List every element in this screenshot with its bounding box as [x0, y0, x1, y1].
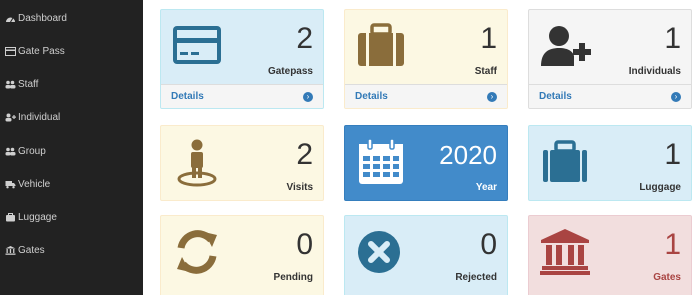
details-label: Details [539, 91, 572, 102]
sidebar: Dashboard Gate Pass Staff Individual Gro… [0, 0, 143, 295]
luggage-count: 1 [664, 138, 681, 171]
sidebar-item-label: Vehicle [18, 178, 51, 190]
year-card: 2020 Year [344, 125, 508, 201]
arrow-circle-right-icon: › [303, 91, 313, 102]
individuals-label: Individuals [628, 66, 681, 77]
staff-details-link[interactable]: Details › [345, 84, 507, 108]
details-label: Details [355, 91, 388, 102]
sidebar-item-label: Dashboard [18, 12, 67, 24]
gatepass-card: 2 Gatepass Details › [160, 9, 324, 109]
individuals-details-link[interactable]: Details › [529, 84, 691, 108]
sidebar-item-vehicle[interactable]: Vehicle [0, 174, 143, 194]
user-plus-icon [539, 20, 591, 72]
briefcase-icon [355, 20, 407, 72]
users-icon [4, 146, 16, 156]
rejected-count: 0 [480, 228, 497, 261]
credit-card-icon [171, 20, 223, 72]
luggage-label: Luggage [639, 182, 681, 193]
sidebar-item-gates[interactable]: Gates [0, 240, 143, 260]
refresh-icon [171, 226, 223, 278]
sidebar-item-label: Gate Pass [18, 45, 65, 57]
arrow-circle-right-icon: › [671, 91, 681, 102]
pending-card: 0 Pending [160, 215, 324, 295]
pending-label: Pending [273, 272, 313, 283]
dashboard-main: 2 Gatepass Details › 1 Staff Details › 1… [143, 0, 700, 295]
sidebar-item-label: Staff [18, 78, 39, 90]
rejected-label: Rejected [455, 272, 497, 283]
sidebar-item-label: Group [18, 145, 46, 157]
staff-count: 1 [480, 22, 497, 55]
sidebar-item-individual[interactable]: Individual [0, 107, 143, 127]
arrow-circle-right-icon: › [487, 91, 497, 102]
visits-label: Visits [286, 182, 314, 193]
users-icon [4, 79, 16, 89]
year-label: Year [475, 182, 497, 193]
sidebar-item-staff[interactable]: Staff [0, 74, 143, 94]
sidebar-item-label: Gates [18, 244, 45, 256]
street-view-icon [171, 136, 223, 188]
sidebar-item-dashboard[interactable]: Dashboard [0, 8, 143, 28]
details-label: Details [171, 91, 204, 102]
times-circle-icon [355, 226, 407, 278]
visits-count: 2 [296, 138, 313, 171]
sidebar-item-label: Luggage [18, 211, 57, 223]
truck-icon [4, 179, 16, 189]
sidebar-item-luggage[interactable]: Luggage [0, 207, 143, 227]
bank-icon [539, 226, 591, 278]
sidebar-item-gate-pass[interactable]: Gate Pass [0, 41, 143, 61]
calendar-icon [355, 136, 407, 188]
gatepass-details-link[interactable]: Details › [161, 84, 323, 108]
individuals-count: 1 [664, 22, 681, 55]
suitcase-icon [539, 136, 591, 188]
rejected-card: 0 Rejected [344, 215, 508, 295]
gates-card: 1 Gates [528, 215, 692, 295]
gates-count: 1 [664, 228, 681, 261]
gates-label: Gates [653, 272, 681, 283]
year-count: 2020 [439, 140, 497, 170]
gatepass-label: Gatepass [267, 66, 313, 77]
luggage-card: 1 Luggage [528, 125, 692, 201]
user-plus-icon [4, 112, 16, 122]
staff-label: Staff [474, 66, 497, 77]
visits-card: 2 Visits [160, 125, 324, 201]
individuals-card: 1 Individuals Details › [528, 9, 692, 109]
briefcase-icon [4, 212, 16, 222]
sidebar-item-group[interactable]: Group [0, 141, 143, 161]
pending-count: 0 [296, 228, 313, 261]
bank-icon [4, 245, 16, 255]
dashboard-icon [4, 13, 16, 23]
sidebar-item-label: Individual [18, 111, 61, 123]
credit-card-icon [4, 46, 16, 56]
staff-card: 1 Staff Details › [344, 9, 508, 109]
gatepass-count: 2 [296, 22, 313, 55]
